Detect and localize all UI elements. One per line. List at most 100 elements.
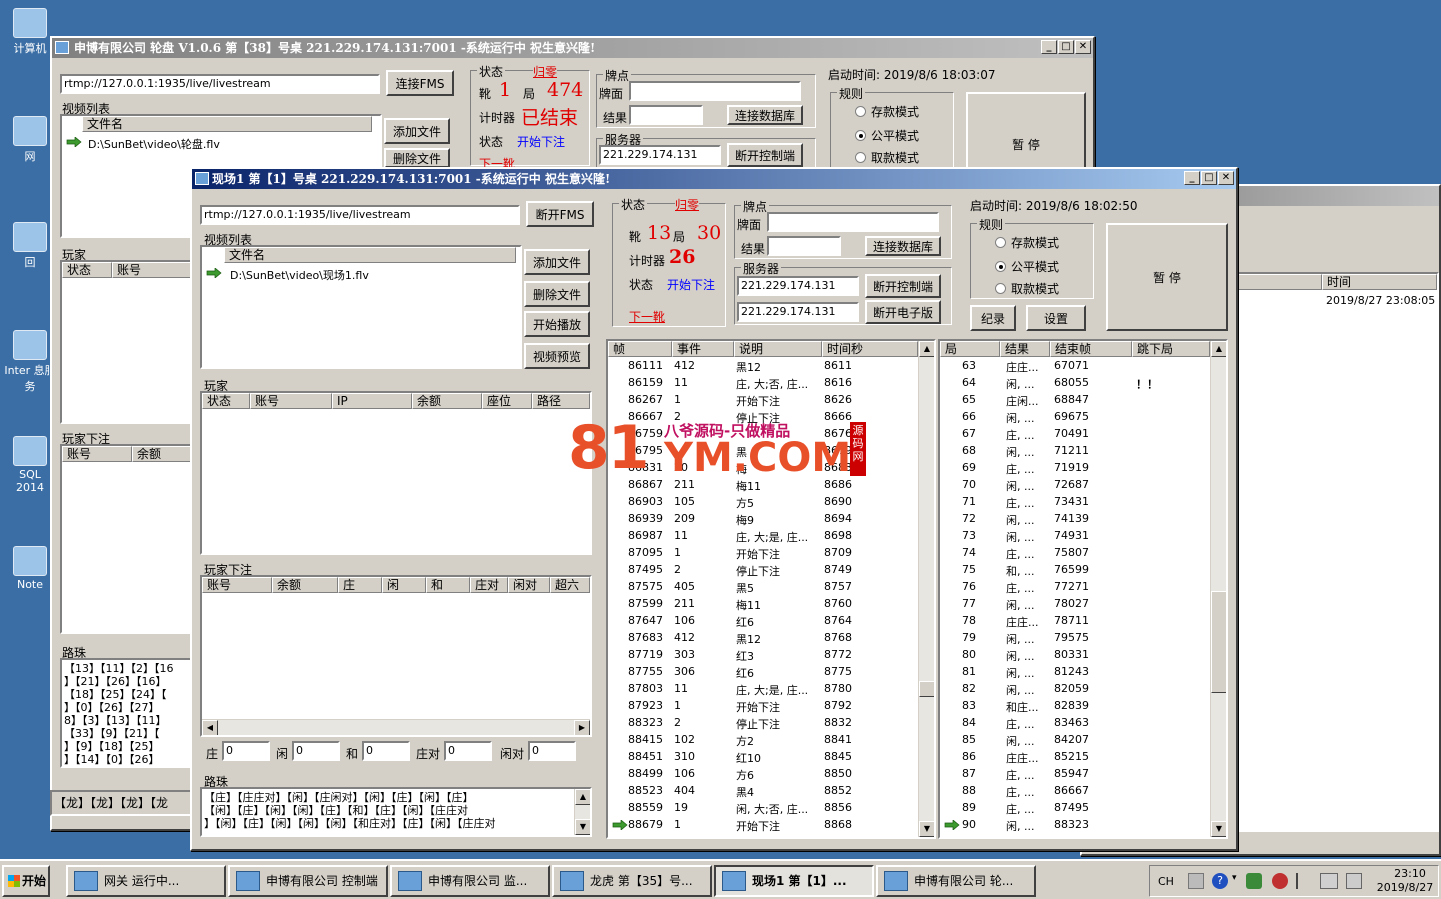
- list-item[interactable]: D:\SunBet\video\现场1.flv: [202, 265, 512, 282]
- mode-deposit-radio[interactable]: 存款模式: [855, 103, 919, 120]
- table-row[interactable]: 88523 404 黑4 8852: [608, 782, 918, 799]
- scroll-thumb[interactable]: [919, 681, 934, 697]
- table-row[interactable]: 78 庄庄... 78711: [940, 612, 1210, 629]
- table-row[interactable]: 86159 11 庄, 大;否, 庄... 8616: [608, 374, 918, 391]
- scroll-up-icon[interactable]: ▲: [919, 341, 934, 357]
- table-row[interactable]: 90 闲, ... 88323: [940, 816, 1210, 833]
- task-dragon-tiger[interactable]: 龙虎 第【35】号...: [552, 865, 712, 897]
- log-button[interactable]: 纪录: [970, 305, 1016, 331]
- start-button[interactable]: 开始: [2, 865, 50, 897]
- table-row[interactable]: 74 庄, ... 75807: [940, 544, 1210, 561]
- reset-link[interactable]: 归零: [533, 63, 558, 80]
- card-face-input[interactable]: [767, 212, 939, 232]
- keyboard-icon[interactable]: [1188, 873, 1204, 889]
- table-row[interactable]: 86939 209 梅9 8694: [608, 510, 918, 527]
- table-row[interactable]: 88679 1 开始下注 8868: [608, 816, 918, 833]
- card-face-input[interactable]: [629, 81, 801, 101]
- total-player-input[interactable]: 0: [292, 741, 340, 761]
- table-row[interactable]: 86267 1 开始下注 8626: [608, 391, 918, 408]
- table-row[interactable]: 87095 1 开始下注 8709: [608, 544, 918, 561]
- start-play-button[interactable]: 开始播放: [524, 311, 590, 337]
- table-row[interactable]: 65 庄闲... 68847: [940, 391, 1210, 408]
- stream-url-input[interactable]: rtmp://127.0.0.1:1935/live/livestream: [60, 74, 380, 94]
- table-row[interactable]: 71 庄, ... 73431: [940, 493, 1210, 510]
- table-row[interactable]: 77 闲, ... 78027: [940, 595, 1210, 612]
- events-list[interactable]: 帧 事件 说明 时间秒 86111 412 黑12 8611 86159 11 庄, 大;否…: [606, 339, 936, 839]
- table-row[interactable]: 75 和, ... 76599: [940, 561, 1210, 578]
- result-input[interactable]: [629, 105, 703, 125]
- add-file-button[interactable]: 添加文件: [384, 118, 450, 144]
- table-row[interactable]: 88559 19 闲, 大;否, 庄... 8856: [608, 799, 918, 816]
- table-row[interactable]: 88415 102 方2 8841: [608, 731, 918, 748]
- display-icon[interactable]: [1320, 873, 1338, 889]
- scroll-left-icon[interactable]: ◀: [202, 720, 218, 735]
- task-monitor[interactable]: 申博有限公司 监...: [390, 865, 550, 897]
- table-row[interactable]: 85 闲, ... 84207: [940, 731, 1210, 748]
- table-row[interactable]: 88 庄, ... 86667: [940, 782, 1210, 799]
- table-row[interactable]: 76 庄, ... 77271: [940, 578, 1210, 595]
- scroll-down-icon[interactable]: ▼: [1211, 821, 1226, 837]
- connect-fms-button[interactable]: 连接FMS: [386, 70, 454, 96]
- scroll-up-icon[interactable]: ▲: [575, 789, 590, 805]
- table-row[interactable]: 81 闲, ... 81243: [940, 663, 1210, 680]
- table-row[interactable]: 87803 11 庄, 大;是, 庄... 8780: [608, 680, 918, 697]
- table-row[interactable]: 87 庄, ... 85947: [940, 765, 1210, 782]
- bets-list[interactable]: 账号 余额 庄 闲 和 庄对 闲对 超六 ◀ ▶: [200, 575, 592, 737]
- maximize-icon[interactable]: □: [1201, 171, 1217, 185]
- add-file-button[interactable]: 添加文件: [524, 249, 590, 275]
- table-row[interactable]: 86759 8676: [608, 425, 918, 442]
- table-row[interactable]: 70 闲, ... 72687: [940, 476, 1210, 493]
- table-row[interactable]: 87575 405 黑5 8757: [608, 578, 918, 595]
- table-row[interactable]: 66 闲, ... 69675: [940, 408, 1210, 425]
- table-row[interactable]: 86987 11 庄, 大;是, 庄... 8698: [608, 527, 918, 544]
- disconnect-electronic-button[interactable]: 断开电子版: [865, 300, 941, 324]
- task-live1[interactable]: 现场1 第【1】...: [714, 865, 874, 897]
- disconnect-ctrl-button[interactable]: 断开控制端: [727, 143, 803, 167]
- delete-file-button[interactable]: 删除文件: [524, 281, 590, 307]
- close-icon[interactable]: ✕: [1075, 40, 1091, 54]
- chevron-down-icon[interactable]: ▾: [1232, 873, 1237, 883]
- desktop-icon-network[interactable]: 网: [4, 116, 56, 164]
- network-status-icon[interactable]: [1272, 873, 1288, 889]
- scroll-up-icon[interactable]: ▲: [1211, 341, 1226, 357]
- total-banker-input[interactable]: 0: [222, 741, 270, 761]
- table-row[interactable]: 83 和庄... 82839: [940, 697, 1210, 714]
- volume-icon[interactable]: [1346, 873, 1362, 889]
- table-row[interactable]: 87719 303 红3 8772: [608, 646, 918, 663]
- road-panel[interactable]: 【13】【11】【2】【16 】【21】【26】【16】 【18】【25】【24…: [60, 658, 194, 768]
- scroll-down-icon[interactable]: ▼: [919, 821, 934, 837]
- help-icon[interactable]: ?: [1212, 873, 1228, 889]
- minimize-icon[interactable]: _: [1041, 40, 1057, 54]
- reset-link[interactable]: 归零: [675, 196, 700, 213]
- table-row[interactable]: 87647 106 红6 8764: [608, 612, 918, 629]
- table-row[interactable]: 88499 106 方6 8850: [608, 765, 918, 782]
- col-time[interactable]: 时间: [1322, 274, 1437, 290]
- result-input[interactable]: [767, 236, 841, 256]
- mode-fair-radio[interactable]: 公平模式: [995, 258, 1059, 275]
- table-row[interactable]: 63 庄庄... 67071: [940, 357, 1210, 374]
- close-icon[interactable]: ✕: [1218, 171, 1234, 185]
- pause-button[interactable]: 暂 停: [1106, 223, 1228, 331]
- total-tie-input[interactable]: 0: [362, 741, 410, 761]
- table-row[interactable]: 86903 105 方5 8690: [608, 493, 918, 510]
- table-row[interactable]: 86831 20 梅 8683: [608, 459, 918, 476]
- flag-icon[interactable]: [1296, 873, 1310, 889]
- minimize-icon[interactable]: _: [1184, 171, 1200, 185]
- table-row[interactable]: 87755 306 红6 8775: [608, 663, 918, 680]
- video-preview-button[interactable]: 视频预览: [524, 343, 590, 369]
- table-row[interactable]: 67 庄, ... 70491: [940, 425, 1210, 442]
- disconnect-ctrl-button[interactable]: 断开控制端: [865, 274, 941, 298]
- table-row[interactable]: 87599 211 梅11 8760: [608, 595, 918, 612]
- table-row[interactable]: 69 庄, ... 71919: [940, 459, 1210, 476]
- table-row[interactable]: 80 闲, ... 80331: [940, 646, 1210, 663]
- mode-withdraw-radio[interactable]: 取款模式: [995, 280, 1059, 297]
- disconnect-fms-button[interactable]: 断开FMS: [526, 201, 594, 227]
- table-row[interactable]: 86111 412 黑12 8611: [608, 357, 918, 374]
- table-row[interactable]: 64 闲, ... 68055 ！！: [940, 374, 1210, 391]
- hscrollbar[interactable]: ◀ ▶: [202, 719, 590, 735]
- clock-date[interactable]: 2019/8/27: [1370, 881, 1440, 894]
- security-icon[interactable]: [1246, 873, 1262, 889]
- results-scrollbar[interactable]: ▲ ▼: [1210, 341, 1226, 837]
- table-row[interactable]: 82 闲, ... 82059: [940, 680, 1210, 697]
- clock-time[interactable]: 23:10: [1380, 867, 1440, 880]
